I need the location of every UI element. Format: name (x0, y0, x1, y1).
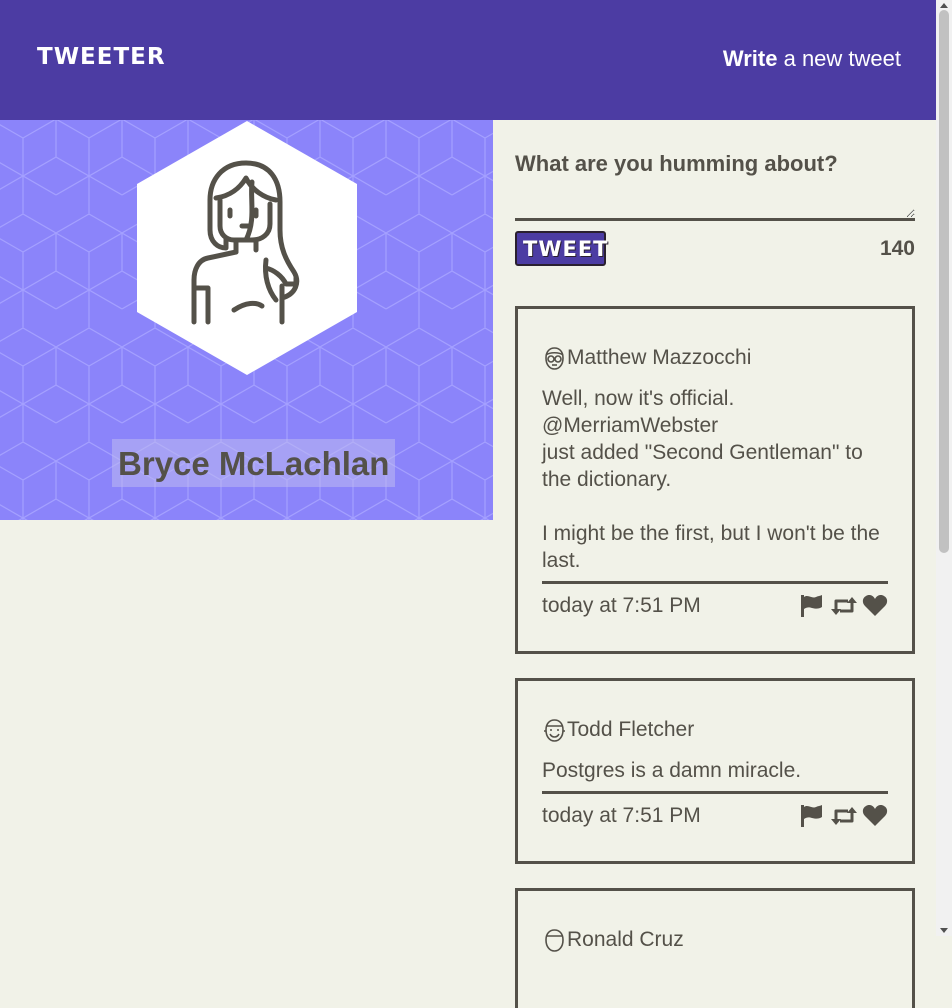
tweet-author: Ronald Cruz (567, 928, 684, 951)
tweet-card: Ronald Cruz (515, 888, 915, 1008)
glasses-face-icon (545, 346, 564, 370)
page-scrollbar[interactable] (936, 0, 952, 936)
compose-rest-text: a new tweet (777, 46, 901, 71)
tweet-actions (798, 804, 888, 828)
tweet-header: Todd Fletcher (542, 715, 694, 745)
scroll-up-arrow-icon[interactable] (940, 3, 948, 8)
flag-icon[interactable] (798, 804, 824, 828)
tweet-submit-button[interactable]: TWEET (515, 231, 608, 266)
tweet-text: Postgres is a damn miracle. (542, 759, 802, 782)
retweet-icon[interactable] (830, 594, 857, 618)
tweet-header: Ronald Cruz (542, 925, 684, 955)
tweet-timestamp: today at 7:51 PM (542, 804, 701, 827)
tweet-text: Well, now it's official. @MerriamWebster… (542, 387, 880, 572)
woman-avatar-icon (191, 160, 300, 325)
write-new-tweet-link[interactable]: Write a new tweet (723, 46, 901, 72)
top-nav: TWEETER Write a new tweet (0, 0, 936, 120)
face-icon (545, 928, 564, 952)
profile-header: Bryce McLachlan (0, 120, 493, 520)
character-counter: 140 (879, 237, 915, 260)
tweet-footer: today at 7:51 PM (542, 581, 888, 624)
tweet-footer: today at 7:51 PM (542, 791, 888, 834)
retweet-icon[interactable] (830, 804, 857, 828)
brand-logo: TWEETER (37, 44, 166, 70)
heart-icon[interactable] (862, 804, 888, 828)
tweet-timestamp: today at 7:51 PM (542, 594, 701, 617)
scrollbar-thumb[interactable] (939, 10, 949, 553)
tweet-header: Matthew Mazzocchi (542, 343, 751, 373)
scroll-down-arrow-icon[interactable] (940, 928, 948, 933)
tweet-card: Matthew Mazzocchi Well, now it's officia… (515, 306, 915, 654)
tweet-author: Todd Fletcher (567, 718, 695, 741)
compose-bold-text: Write (722, 46, 778, 71)
profile-name: Bryce McLachlan (112, 439, 396, 487)
tweet-author: Matthew Mazzocchi (567, 346, 752, 369)
new-tweet-label: What are you humming about? (515, 151, 838, 176)
heart-icon[interactable] (862, 594, 888, 618)
tweet-actions (798, 594, 888, 618)
tweet-card: Todd Fletcher Postgres is a damn miracle… (515, 678, 915, 864)
tweet-textarea[interactable] (515, 180, 915, 221)
smiling-face-icon (544, 718, 565, 742)
flag-icon[interactable] (798, 594, 824, 618)
